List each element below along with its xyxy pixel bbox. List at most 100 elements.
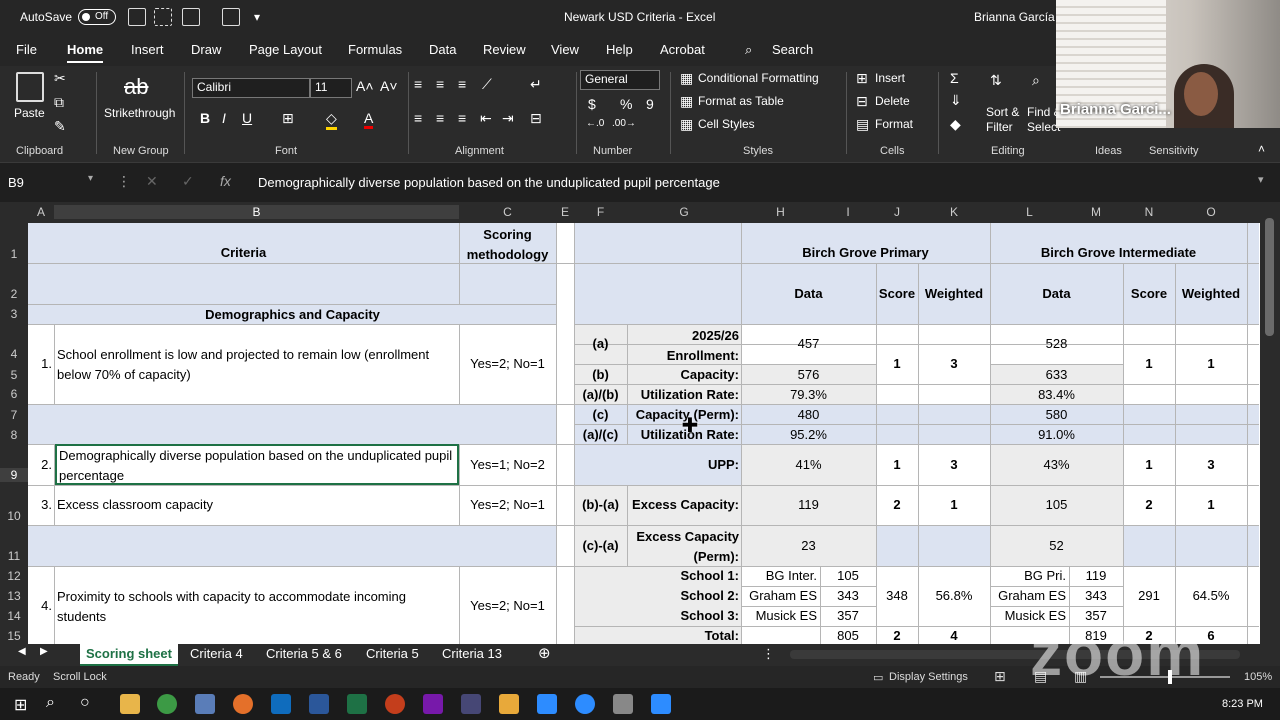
f-c-label[interactable]: (c)	[574, 407, 627, 422]
prev-sheet-icon[interactable]: ◀	[18, 646, 26, 657]
row-header-13[interactable]: 13	[0, 589, 28, 603]
j-proximity[interactable]: 348	[876, 588, 918, 603]
j-score-3[interactable]: 2	[876, 497, 918, 512]
sheet-tab-criteria-5-6[interactable]: Criteria 5 & 6	[266, 646, 342, 661]
school2-header[interactable]: Birch Grove Intermediate	[990, 245, 1247, 260]
n-score-2[interactable]: 1	[1123, 457, 1175, 472]
firefox-icon[interactable]	[233, 694, 253, 714]
cut-icon[interactable]: ✂	[54, 70, 66, 87]
m-school3-value[interactable]: 357	[1069, 608, 1123, 623]
display-settings-icon[interactable]: ▭	[873, 671, 883, 684]
display-settings-button[interactable]: Display Settings	[889, 671, 968, 683]
decrease-font-icon[interactable]: A˅	[380, 78, 398, 94]
save-icon[interactable]	[128, 8, 146, 26]
criteria-1-number[interactable]: 1.	[28, 356, 52, 371]
chrome-icon[interactable]	[157, 694, 177, 714]
increase-decimal-icon[interactable]: ←.0	[586, 118, 604, 129]
j-score-1[interactable]: 1	[876, 356, 918, 371]
h-capacity[interactable]: 576	[741, 367, 876, 382]
increase-font-icon[interactable]: A˄	[356, 78, 374, 94]
l-excess[interactable]: 105	[990, 497, 1123, 512]
criteria-4-scoring[interactable]: Yes=2; No=1	[459, 598, 556, 613]
format-cells-button[interactable]: Format	[875, 117, 913, 131]
clock-time[interactable]: 8:23 PM	[1222, 698, 1263, 710]
zoom-meeting-icon[interactable]	[651, 694, 671, 714]
copy-icon[interactable]: ⧉	[54, 94, 64, 111]
comma-icon[interactable]: 9	[646, 96, 654, 112]
quick-print-icon[interactable]	[182, 8, 200, 26]
m-school2-value[interactable]: 343	[1069, 588, 1123, 603]
task-view-icon[interactable]: ○	[80, 694, 90, 712]
column-header-k[interactable]: K	[918, 205, 990, 219]
cell-styles-button[interactable]: Cell Styles	[698, 117, 755, 131]
row-header-5[interactable]: 5	[0, 368, 28, 382]
powerpoint-icon[interactable]	[385, 694, 405, 714]
enter-icon[interactable]: ✓	[182, 173, 194, 190]
format-cells-icon[interactable]: ▤	[856, 116, 869, 133]
k-weighted-2[interactable]: 3	[918, 457, 990, 472]
align-bottom-icon[interactable]: ≡	[458, 76, 466, 92]
video-participant-tile[interactable]: Brianna Garci...	[1056, 0, 1280, 128]
h-capacity-perm[interactable]: 480	[741, 407, 876, 422]
scrollbar-thumb[interactable]	[1265, 218, 1274, 336]
section-header[interactable]: Demographics and Capacity	[28, 307, 557, 322]
row-header-2[interactable]: 2	[0, 287, 28, 301]
tab-draw[interactable]: Draw	[191, 42, 221, 57]
function-icon[interactable]: fx	[220, 173, 231, 189]
f-ac-label[interactable]: (a)/(c)	[574, 427, 627, 442]
user-name[interactable]: Brianna García	[974, 10, 1055, 24]
wrap-text-icon[interactable]: ↵	[530, 76, 542, 93]
font-name-select[interactable]: Calibri	[192, 78, 310, 98]
criteria-2-number[interactable]: 2.	[28, 457, 52, 472]
windows-start-icon[interactable]: ⊞	[14, 695, 27, 715]
tab-page-layout[interactable]: Page Layout	[249, 42, 322, 57]
insert-cells-button[interactable]: Insert	[875, 71, 905, 85]
row-header-15[interactable]: 15	[0, 629, 28, 643]
tab-insert[interactable]: Insert	[131, 42, 164, 57]
tab-home[interactable]: Home	[67, 42, 104, 63]
search-label[interactable]: Search	[772, 42, 813, 57]
insert-cells-icon[interactable]: ⊞	[856, 70, 868, 87]
sort-filter-button[interactable]: Sort & Filter	[986, 105, 1026, 135]
align-middle-icon[interactable]: ≡	[436, 76, 444, 92]
sheet-tab-criteria-5[interactable]: Criteria 5	[366, 646, 419, 661]
more-options-icon[interactable]: ⋮	[117, 173, 131, 190]
percent-icon[interactable]: %	[620, 96, 632, 112]
delete-cells-button[interactable]: Delete	[875, 94, 910, 108]
h-upp[interactable]: 41%	[741, 457, 876, 472]
j-score-2[interactable]: 1	[876, 457, 918, 472]
h-excess[interactable]: 119	[741, 497, 876, 512]
j-total[interactable]: 2	[876, 628, 918, 643]
g-excess-perm-label[interactable]: Excess Capacity (Perm):	[628, 527, 739, 567]
word-icon[interactable]	[309, 694, 329, 714]
row-header-8[interactable]: 8	[0, 428, 28, 442]
column-header-f[interactable]: F	[574, 205, 627, 219]
sheet-tab-criteria-4[interactable]: Criteria 4	[190, 646, 243, 661]
name-box-dropdown-icon[interactable]: ▾	[88, 173, 93, 184]
normal-view-icon[interactable]: ⊞	[994, 668, 1006, 685]
column-header-g[interactable]: G	[627, 205, 741, 219]
l-upp[interactable]: 43%	[990, 457, 1123, 472]
merge-center-icon[interactable]: ⊟	[530, 110, 542, 127]
page-layout-view-icon[interactable]: ▤	[1034, 668, 1047, 685]
column-header-n[interactable]: N	[1123, 205, 1175, 219]
scoring-header[interactable]: Scoring methodology	[459, 225, 556, 265]
l-school1-name[interactable]: BG Pri.	[990, 568, 1066, 583]
h-utilization[interactable]: 79.3%	[741, 387, 876, 402]
decrease-indent-icon[interactable]: ⇤	[480, 110, 492, 127]
l-enrollment[interactable]: 528	[990, 336, 1123, 351]
column-header-o[interactable]: O	[1175, 205, 1247, 219]
onenote-icon[interactable]	[423, 694, 443, 714]
align-center-icon[interactable]: ≡	[436, 110, 444, 126]
align-left-icon[interactable]: ≡	[414, 110, 422, 126]
sheet-tab-criteria-13[interactable]: Criteria 13	[442, 646, 502, 661]
n-score-3[interactable]: 2	[1123, 497, 1175, 512]
criteria-3-number[interactable]: 3.	[28, 497, 52, 512]
k-total[interactable]: 4	[918, 628, 990, 643]
cancel-icon[interactable]: ✕	[146, 173, 158, 190]
g-enrollment-label[interactable]: 2025/26 Enrollment:	[628, 326, 739, 366]
number-format-select[interactable]: General	[580, 70, 660, 90]
k-weighted-1[interactable]: 3	[918, 356, 990, 371]
row-header-6[interactable]: 6	[0, 387, 28, 401]
row-header-10[interactable]: 10	[0, 509, 28, 523]
